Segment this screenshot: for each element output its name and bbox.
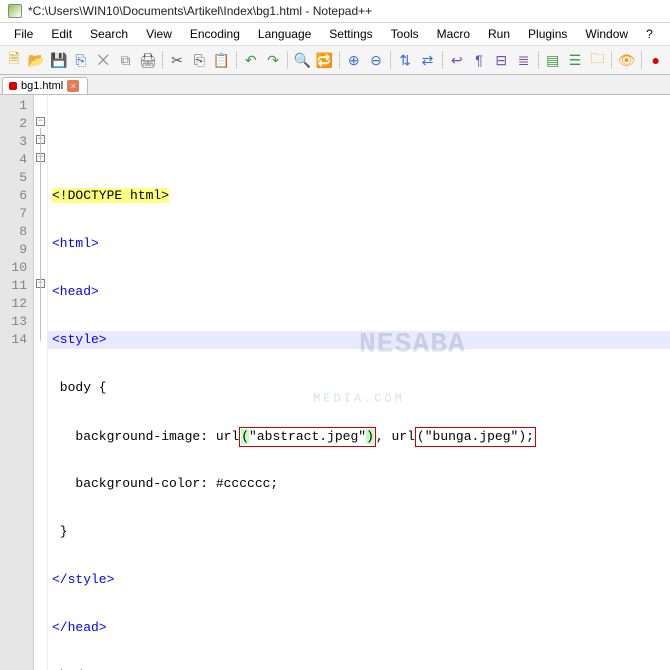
- code-token: <!DOCTYPE html>: [52, 188, 169, 203]
- line-number: 2: [4, 115, 27, 133]
- menu-view[interactable]: View: [138, 25, 180, 43]
- menu-macro[interactable]: Macro: [429, 25, 478, 43]
- menu-edit[interactable]: Edit: [43, 25, 80, 43]
- code-token: background-color: #cccccc;: [52, 476, 278, 491]
- replace-icon[interactable]: 🔁: [314, 49, 334, 71]
- line-number: 5: [4, 169, 27, 187]
- redo-icon[interactable]: ↷: [263, 49, 283, 71]
- menu-file[interactable]: File: [6, 25, 41, 43]
- toolbar: 🗎 📂 💾 ⎘ ⨉ ⧉ 🖨 ✂ ⎘ 📋 ↶ ↷ 🔍 🔁 ⊕ ⊖ ⇅ ⇄ ↩ ¶ …: [0, 46, 670, 75]
- monitor-icon[interactable]: 👁: [616, 49, 636, 71]
- code-token: }: [52, 524, 68, 539]
- close-icon[interactable]: ⨉: [93, 49, 113, 71]
- code-token: <style>: [52, 332, 107, 347]
- window-titlebar: *C:\Users\WIN10\Documents\Artikel\Index\…: [0, 0, 670, 23]
- separator: [339, 51, 340, 69]
- tab-close-icon[interactable]: ×: [67, 80, 79, 92]
- copy-icon[interactable]: ⎘: [189, 49, 209, 71]
- line-number: 3: [4, 133, 27, 151]
- line-number-gutter: 1 2 3 4 5 6 7 8 9 10 11 12 13 14: [0, 95, 34, 670]
- sync-v-icon[interactable]: ⇅: [395, 49, 415, 71]
- code-token: background-image:: [52, 429, 216, 444]
- line-number: 12: [4, 295, 27, 313]
- sync-h-icon[interactable]: ⇄: [417, 49, 437, 71]
- separator: [390, 51, 391, 69]
- func-list-icon[interactable]: ☰: [565, 49, 585, 71]
- zoom-in-icon[interactable]: ⊕: [344, 49, 364, 71]
- line-number: 10: [4, 259, 27, 277]
- menu-language[interactable]: Language: [250, 25, 319, 43]
- highlight-box-1: ("abstract.jpeg"): [239, 427, 376, 447]
- code-token: </style>: [52, 572, 114, 587]
- code-token: body {: [52, 380, 107, 395]
- line-number: 1: [4, 97, 27, 115]
- paste-icon[interactable]: 📋: [211, 49, 231, 71]
- line-number: 13: [4, 313, 27, 331]
- save-all-icon[interactable]: ⎘: [71, 49, 91, 71]
- separator: [538, 51, 539, 69]
- menu-bar: File Edit Search View Encoding Language …: [0, 23, 670, 46]
- undo-icon[interactable]: ↶: [241, 49, 261, 71]
- line-number: 4: [4, 151, 27, 169]
- line-number: 9: [4, 241, 27, 259]
- line-number: 7: [4, 205, 27, 223]
- highlight-box-2: ("bunga.jpeg");: [415, 427, 536, 447]
- new-file-icon[interactable]: 🗎: [4, 49, 24, 71]
- separator: [162, 51, 163, 69]
- tab-bar: bg1.html ×: [0, 75, 670, 95]
- find-icon[interactable]: 🔍: [292, 49, 312, 71]
- show-all-chars-icon[interactable]: ¶: [469, 49, 489, 71]
- fold-line: [40, 128, 41, 341]
- indent-guide-icon[interactable]: ⊟: [491, 49, 511, 71]
- modified-indicator-icon: [9, 82, 17, 90]
- menu-run[interactable]: Run: [480, 25, 518, 43]
- separator: [442, 51, 443, 69]
- code-token: </head>: [52, 620, 107, 635]
- menu-settings[interactable]: Settings: [321, 25, 380, 43]
- line-number: 14: [4, 331, 27, 349]
- separator: [287, 51, 288, 69]
- tab-label: bg1.html: [21, 80, 63, 92]
- line-number: 11: [4, 277, 27, 295]
- user-lang-icon[interactable]: ≣: [513, 49, 533, 71]
- close-all-icon[interactable]: ⧉: [115, 49, 135, 71]
- tab-bg1[interactable]: bg1.html ×: [2, 77, 88, 94]
- save-icon[interactable]: 💾: [49, 49, 69, 71]
- separator: [236, 51, 237, 69]
- doc-map-icon[interactable]: ▤: [543, 49, 563, 71]
- menu-window[interactable]: Window: [577, 25, 636, 43]
- line-number: 6: [4, 187, 27, 205]
- open-file-icon[interactable]: 📂: [26, 49, 46, 71]
- menu-plugins[interactable]: Plugins: [520, 25, 575, 43]
- fold-toggle-icon[interactable]: −: [36, 117, 45, 126]
- menu-tools[interactable]: Tools: [383, 25, 427, 43]
- wordwrap-icon[interactable]: ↩: [447, 49, 467, 71]
- code-token: <html>: [52, 236, 99, 251]
- line-number: 8: [4, 223, 27, 241]
- zoom-out-icon[interactable]: ⊖: [366, 49, 386, 71]
- code-token: <head>: [52, 284, 99, 299]
- fold-column: − − − −: [34, 95, 48, 670]
- separator: [641, 51, 642, 69]
- cut-icon[interactable]: ✂: [167, 49, 187, 71]
- separator: [611, 51, 612, 69]
- app-icon: [8, 4, 22, 18]
- menu-search[interactable]: Search: [82, 25, 136, 43]
- code-content[interactable]: NESABA MEDIA.COM <!DOCTYPE html> <html> …: [48, 95, 670, 670]
- menu-help[interactable]: ?: [638, 25, 661, 43]
- window-title: *C:\Users\WIN10\Documents\Artikel\Index\…: [28, 4, 372, 18]
- menu-encoding[interactable]: Encoding: [182, 25, 248, 43]
- print-icon[interactable]: 🖨: [138, 49, 158, 71]
- record-macro-icon[interactable]: ●: [646, 49, 666, 71]
- code-editor[interactable]: 1 2 3 4 5 6 7 8 9 10 11 12 13 14 − − − −…: [0, 95, 670, 670]
- folder-workspace-icon[interactable]: 🗀: [587, 49, 607, 71]
- code-token: url: [216, 429, 239, 444]
